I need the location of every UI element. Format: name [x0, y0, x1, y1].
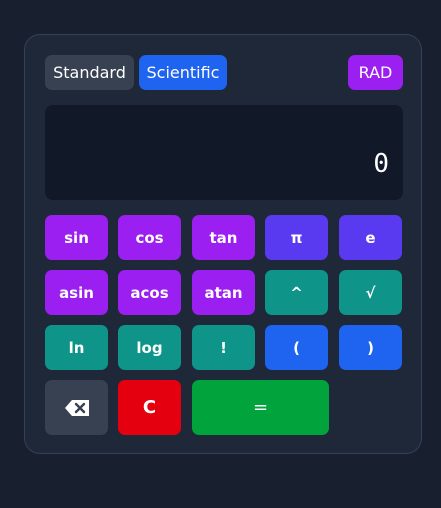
asin-button[interactable]: asin	[45, 270, 108, 315]
pi-button[interactable]: π	[265, 215, 328, 260]
backspace-icon	[64, 399, 89, 416]
power-button[interactable]: ^	[265, 270, 328, 315]
display-screen: 0	[45, 105, 403, 200]
sin-button[interactable]: sin	[45, 215, 108, 260]
log-button[interactable]: log	[118, 325, 181, 370]
factorial-button[interactable]: !	[192, 325, 255, 370]
sqrt-button[interactable]: √	[339, 270, 402, 315]
open-paren-button[interactable]: (	[265, 325, 328, 370]
display-value: 0	[373, 149, 389, 179]
tan-button[interactable]: tan	[192, 215, 255, 260]
cos-button[interactable]: cos	[118, 215, 181, 260]
equals-button[interactable]: =	[192, 380, 329, 435]
scientific-mode-button[interactable]: Scientific	[139, 55, 227, 90]
close-paren-button[interactable]: )	[339, 325, 402, 370]
atan-button[interactable]: atan	[192, 270, 255, 315]
angle-unit-toggle[interactable]: RAD	[348, 55, 403, 90]
calculator-panel: Standard Scientific RAD 0 sin cos tan π …	[24, 34, 422, 454]
acos-button[interactable]: acos	[118, 270, 181, 315]
backspace-button[interactable]	[45, 380, 108, 435]
clear-button[interactable]: C	[118, 380, 181, 435]
e-button[interactable]: e	[339, 215, 402, 260]
mode-bar: Standard Scientific RAD	[45, 55, 403, 91]
standard-mode-button[interactable]: Standard	[45, 55, 134, 90]
ln-button[interactable]: ln	[45, 325, 108, 370]
